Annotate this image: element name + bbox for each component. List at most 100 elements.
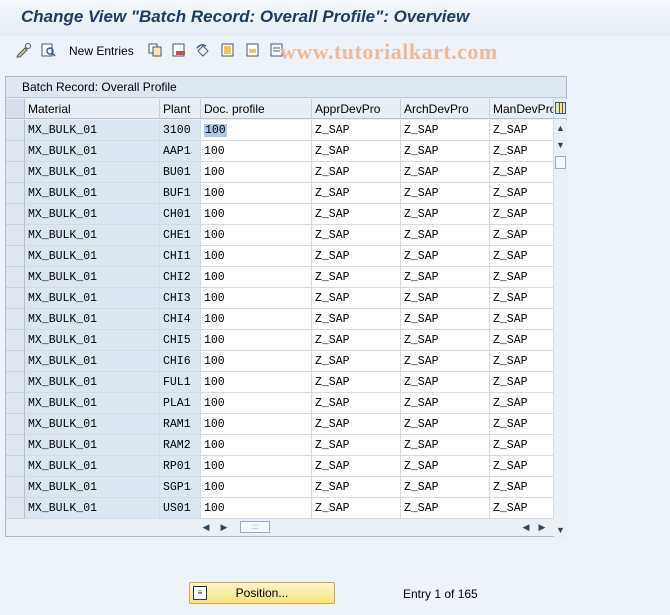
cell-archdevpro[interactable]: Z_SAP	[401, 330, 490, 351]
new-entries-button[interactable]: New Entries	[69, 44, 134, 58]
cell-archdevpro[interactable]: Z_SAP	[401, 141, 490, 162]
cell-apprdevpro[interactable]: Z_SAP	[312, 393, 401, 414]
row-selector[interactable]	[6, 246, 25, 267]
column-header-archdevpro[interactable]: ArchDevPro	[401, 99, 490, 119]
row-selector[interactable]	[6, 414, 25, 435]
scroll-down-icon[interactable]: ▼	[554, 137, 567, 153]
row-selector[interactable]	[6, 204, 25, 225]
cell-doc-profile[interactable]: 100	[201, 477, 312, 498]
cell-mandevpro[interactable]: Z_SAP	[490, 225, 554, 246]
cell-mandevpro[interactable]: Z_SAP	[490, 498, 554, 519]
select-all-rows-button[interactable]	[6, 99, 25, 119]
cell-doc-profile[interactable]: 100	[201, 288, 312, 309]
cell-archdevpro[interactable]: Z_SAP	[401, 393, 490, 414]
select-all-icon[interactable]	[219, 42, 237, 60]
cell-archdevpro[interactable]: Z_SAP	[401, 120, 490, 141]
cell-mandevpro[interactable]: Z_SAP	[490, 141, 554, 162]
row-selector[interactable]	[6, 267, 25, 288]
cell-mandevpro[interactable]: Z_SAP	[490, 162, 554, 183]
cell-mandevpro[interactable]: Z_SAP	[490, 477, 554, 498]
row-selector[interactable]	[6, 372, 25, 393]
cell-apprdevpro[interactable]: Z_SAP	[312, 225, 401, 246]
cell-mandevpro[interactable]: Z_SAP	[490, 330, 554, 351]
horizontal-scroll-thumb[interactable]: :::	[240, 521, 270, 533]
cell-doc-profile[interactable]: 100	[201, 372, 312, 393]
row-selector[interactable]	[6, 477, 25, 498]
display-change-icon[interactable]	[39, 42, 57, 60]
scroll-up-icon[interactable]: ▲	[554, 120, 567, 136]
cell-apprdevpro[interactable]: Z_SAP	[312, 477, 401, 498]
cell-mandevpro[interactable]: Z_SAP	[490, 183, 554, 204]
cell-mandevpro[interactable]: Z_SAP	[490, 204, 554, 225]
row-selector[interactable]	[6, 498, 25, 519]
cell-mandevpro[interactable]: Z_SAP	[490, 120, 554, 141]
cell-mandevpro[interactable]: Z_SAP	[490, 435, 554, 456]
cell-archdevpro[interactable]: Z_SAP	[401, 288, 490, 309]
cell-doc-profile[interactable]: 100	[201, 435, 312, 456]
row-selector[interactable]	[6, 225, 25, 246]
scroll-right-end-icon[interactable]: ▶	[536, 519, 548, 535]
delete-icon[interactable]	[170, 42, 188, 60]
cell-apprdevpro[interactable]: Z_SAP	[312, 162, 401, 183]
column-header-doc-profile[interactable]: Doc. profile	[201, 99, 312, 119]
horizontal-scrollbar[interactable]: ◀ ▶ ::: ◀ ▶	[6, 519, 566, 535]
cell-doc-profile[interactable]: 100	[201, 246, 312, 267]
cell-doc-profile[interactable]: 100	[201, 393, 312, 414]
cell-archdevpro[interactable]: Z_SAP	[401, 309, 490, 330]
cell-apprdevpro[interactable]: Z_SAP	[312, 267, 401, 288]
vertical-scrollbar[interactable]: ▲ ▼ ▼	[554, 120, 567, 539]
glasses-pencil-icon[interactable]	[15, 42, 33, 60]
column-header-apprdevpro[interactable]: ApprDevPro	[312, 99, 401, 119]
table-settings-icon[interactable]	[554, 99, 567, 119]
cell-apprdevpro[interactable]: Z_SAP	[312, 330, 401, 351]
column-header-material[interactable]: Material	[25, 99, 160, 119]
cell-mandevpro[interactable]: Z_SAP	[490, 246, 554, 267]
cell-archdevpro[interactable]: Z_SAP	[401, 435, 490, 456]
undo-icon[interactable]	[194, 42, 212, 60]
cell-apprdevpro[interactable]: Z_SAP	[312, 183, 401, 204]
row-selector[interactable]	[6, 330, 25, 351]
row-selector[interactable]	[6, 162, 25, 183]
column-header-plant[interactable]: Plant	[160, 99, 201, 119]
cell-doc-profile[interactable]: 100	[201, 309, 312, 330]
cell-archdevpro[interactable]: Z_SAP	[401, 183, 490, 204]
cell-apprdevpro[interactable]: Z_SAP	[312, 414, 401, 435]
cell-doc-profile[interactable]: 100	[201, 498, 312, 519]
cell-archdevpro[interactable]: Z_SAP	[401, 414, 490, 435]
cell-apprdevpro[interactable]: Z_SAP	[312, 372, 401, 393]
scroll-thumb[interactable]	[555, 156, 566, 169]
scroll-right-icon[interactable]: ▶	[218, 519, 230, 535]
cell-apprdevpro[interactable]: Z_SAP	[312, 288, 401, 309]
cell-apprdevpro[interactable]: Z_SAP	[312, 204, 401, 225]
cell-archdevpro[interactable]: Z_SAP	[401, 498, 490, 519]
cell-mandevpro[interactable]: Z_SAP	[490, 414, 554, 435]
cell-apprdevpro[interactable]: Z_SAP	[312, 435, 401, 456]
cell-doc-profile[interactable]: 100	[201, 414, 312, 435]
cell-doc-profile[interactable]: 100	[201, 267, 312, 288]
cell-archdevpro[interactable]: Z_SAP	[401, 162, 490, 183]
cell-doc-profile[interactable]: 100	[201, 162, 312, 183]
position-button[interactable]: ≡ Position...	[189, 582, 335, 604]
cell-doc-profile[interactable]: 100	[201, 351, 312, 372]
copy-icon[interactable]	[146, 42, 164, 60]
cell-doc-profile[interactable]: 100	[201, 225, 312, 246]
row-selector[interactable]	[6, 183, 25, 204]
cell-mandevpro[interactable]: Z_SAP	[490, 309, 554, 330]
cell-doc-profile[interactable]: 100	[201, 183, 312, 204]
select-block-icon[interactable]	[244, 42, 262, 60]
cell-doc-profile[interactable]: 100	[201, 456, 312, 477]
scroll-left-icon[interactable]: ◀	[200, 519, 212, 535]
cell-archdevpro[interactable]: Z_SAP	[401, 204, 490, 225]
cell-mandevpro[interactable]: Z_SAP	[490, 267, 554, 288]
cell-apprdevpro[interactable]: Z_SAP	[312, 498, 401, 519]
cell-archdevpro[interactable]: Z_SAP	[401, 351, 490, 372]
cell-apprdevpro[interactable]: Z_SAP	[312, 141, 401, 162]
column-header-mandevpro[interactable]: ManDevPro	[490, 99, 554, 119]
cell-archdevpro[interactable]: Z_SAP	[401, 372, 490, 393]
cell-apprdevpro[interactable]: Z_SAP	[312, 309, 401, 330]
row-selector[interactable]	[6, 456, 25, 477]
row-selector[interactable]	[6, 120, 25, 141]
row-selector[interactable]	[6, 351, 25, 372]
row-selector[interactable]	[6, 435, 25, 456]
cell-doc-profile[interactable]: 100	[201, 141, 312, 162]
